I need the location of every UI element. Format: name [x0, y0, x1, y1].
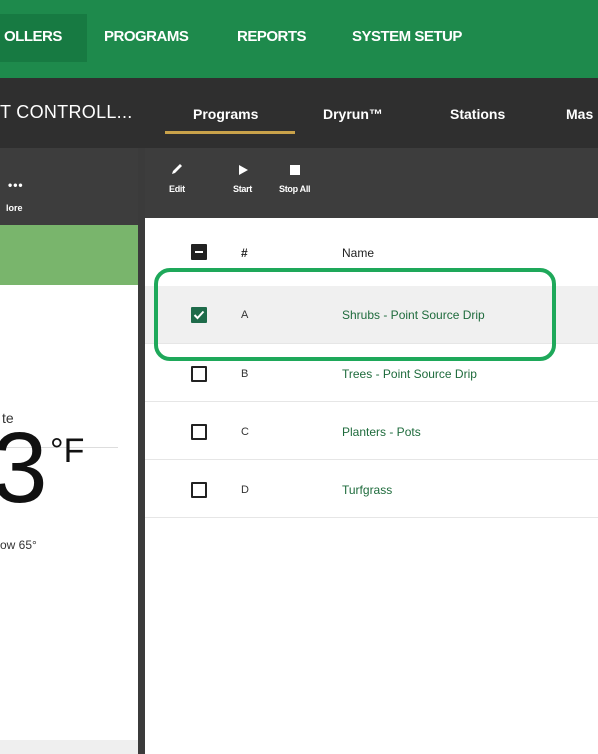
- temperature-unit: °F: [50, 432, 85, 470]
- controller-selector[interactable]: T CONTROLL...: [0, 102, 133, 123]
- stop-icon: [279, 160, 310, 184]
- number-column-header: #: [241, 246, 248, 260]
- edit-button[interactable]: Edit: [169, 160, 185, 194]
- more-icon[interactable]: •••: [8, 178, 24, 192]
- tab-programs[interactable]: Programs: [193, 106, 258, 122]
- select-all-checkbox[interactable]: [191, 244, 207, 260]
- stop-all-button[interactable]: Stop All: [279, 160, 311, 194]
- left-panel-header: [0, 225, 138, 285]
- table-row[interactable]: A Shrubs - Point Source Drip: [145, 286, 598, 344]
- tab-dryrun[interactable]: Dryrun™: [323, 106, 383, 122]
- temperature-low: ow 65°: [0, 538, 37, 552]
- top-nav-reports[interactable]: REPORTS: [237, 28, 307, 45]
- programs-toolbar: Edit Start Stop All: [145, 148, 598, 218]
- stop-all-label: Stop All: [279, 184, 311, 194]
- row-number: A: [241, 309, 249, 321]
- left-panel-bottom: [0, 740, 138, 754]
- row-number: B: [241, 368, 249, 380]
- table-row[interactable]: B Trees - Point Source Drip: [145, 344, 598, 402]
- left-toolbar: ••• lore: [0, 148, 145, 225]
- left-panel: ••• lore te 3 °F ow 65°: [0, 148, 145, 754]
- row-number: C: [241, 426, 249, 438]
- top-nav: OLLERS PROGRAMS REPORTS SYSTEM SETUP: [0, 0, 598, 78]
- temperature-value: 3: [0, 412, 48, 524]
- top-nav-controllers[interactable]: OLLERS: [4, 28, 62, 45]
- program-name-link[interactable]: Shrubs - Point Source Drip: [342, 308, 485, 322]
- row-checkbox[interactable]: [191, 307, 207, 323]
- table-row[interactable]: C Planters - Pots: [145, 402, 598, 460]
- name-column-header[interactable]: Name: [342, 246, 374, 260]
- row-checkbox[interactable]: [191, 366, 207, 382]
- top-nav-programs[interactable]: PROGRAMS: [104, 28, 189, 45]
- start-label: Start: [233, 184, 253, 194]
- tab-master-valves[interactable]: Mas: [566, 106, 593, 122]
- table-row[interactable]: D Turfgrass: [145, 460, 598, 518]
- panel-divider: [138, 148, 145, 754]
- tab-stations[interactable]: Stations: [450, 106, 505, 122]
- program-name-link[interactable]: Turfgrass: [342, 483, 392, 497]
- start-button[interactable]: Start: [233, 160, 252, 194]
- sub-nav: T CONTROLL... Programs Dryrun™ Stations …: [0, 78, 598, 148]
- active-tab-underline: [165, 131, 295, 134]
- program-name-link[interactable]: Planters - Pots: [342, 425, 421, 439]
- row-checkbox[interactable]: [191, 424, 207, 440]
- top-nav-system-setup[interactable]: SYSTEM SETUP: [352, 28, 462, 45]
- play-icon: [233, 160, 252, 184]
- pencil-icon: [169, 160, 185, 184]
- row-checkbox[interactable]: [191, 482, 207, 498]
- edit-label: Edit: [169, 184, 185, 194]
- row-number: D: [241, 484, 249, 496]
- program-name-link[interactable]: Trees - Point Source Drip: [342, 367, 477, 381]
- more-label[interactable]: lore: [6, 203, 23, 213]
- table-header: # Name: [145, 218, 598, 287]
- checkmark-icon: [193, 310, 205, 320]
